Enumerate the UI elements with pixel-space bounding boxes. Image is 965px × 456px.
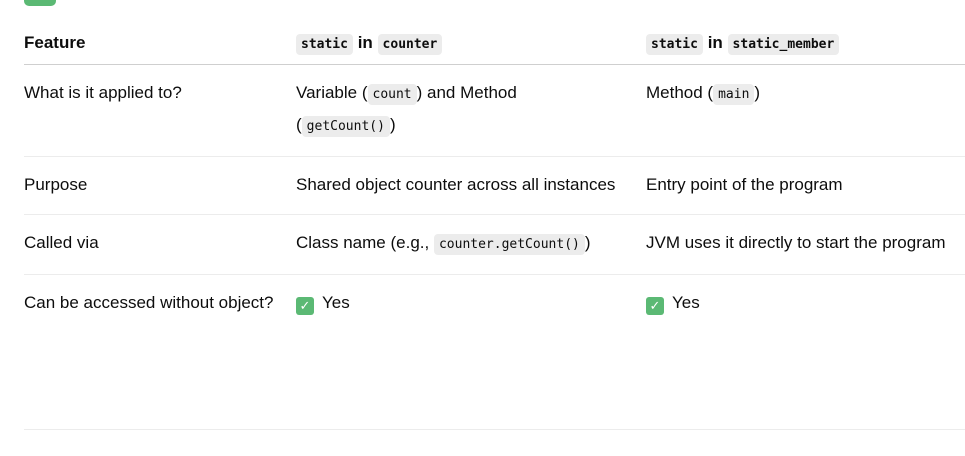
header-word: in — [707, 33, 723, 52]
header-static-in-static-member: static in static_member — [646, 22, 965, 65]
check-mark-icon: ✓ — [296, 297, 314, 315]
inline-code: counter.getCount() — [433, 234, 585, 255]
section-heading-partial — [24, 0, 56, 6]
cell-static-member: ✓ Yes — [646, 274, 965, 430]
table-header-row: Feature static in counter static in stat… — [24, 22, 965, 65]
page: Feature static in counter static in stat… — [0, 0, 965, 456]
cell-feature: Called via — [24, 214, 296, 275]
cell-counter: ✓ Yes — [296, 274, 646, 430]
cell-feature: Can be accessed without object? — [24, 274, 296, 430]
cell-counter: Shared object counter across all instanc… — [296, 156, 646, 215]
table-row: Purpose Shared object counter across all… — [24, 156, 965, 215]
cell-static-member: JVM uses it directly to start the progra… — [646, 214, 965, 275]
inline-code: static_member — [727, 34, 840, 55]
cell-counter: Variable (count) and Method (getCount()) — [296, 64, 646, 157]
inline-code: getCount() — [301, 116, 390, 137]
cell-feature: Purpose — [24, 156, 296, 215]
inline-code: count — [367, 84, 417, 105]
header-word: in — [357, 33, 373, 52]
table-row: What is it applied to? Variable (count) … — [24, 64, 965, 157]
inline-code: static — [296, 34, 353, 55]
comparison-table: Feature static in counter static in stat… — [24, 22, 965, 430]
cell-static-member: Method (main) — [646, 64, 965, 157]
cell-static-member: Entry point of the program — [646, 156, 965, 215]
header-feature: Feature — [24, 22, 296, 65]
inline-code: main — [713, 84, 755, 105]
inline-code: static — [646, 34, 703, 55]
inline-code: counter — [377, 34, 443, 55]
check-mark-icon: ✓ — [646, 297, 664, 315]
table-row: Called via Class name (e.g., counter.get… — [24, 214, 965, 275]
header-static-in-counter: static in counter — [296, 22, 646, 65]
cell-counter: Class name (e.g., counter.getCount()) — [296, 214, 646, 275]
check-mark-icon — [24, 0, 56, 6]
table-row: Can be accessed without object? ✓ Yes ✓ Ye… — [24, 274, 965, 430]
cell-feature: What is it applied to? — [24, 64, 296, 157]
